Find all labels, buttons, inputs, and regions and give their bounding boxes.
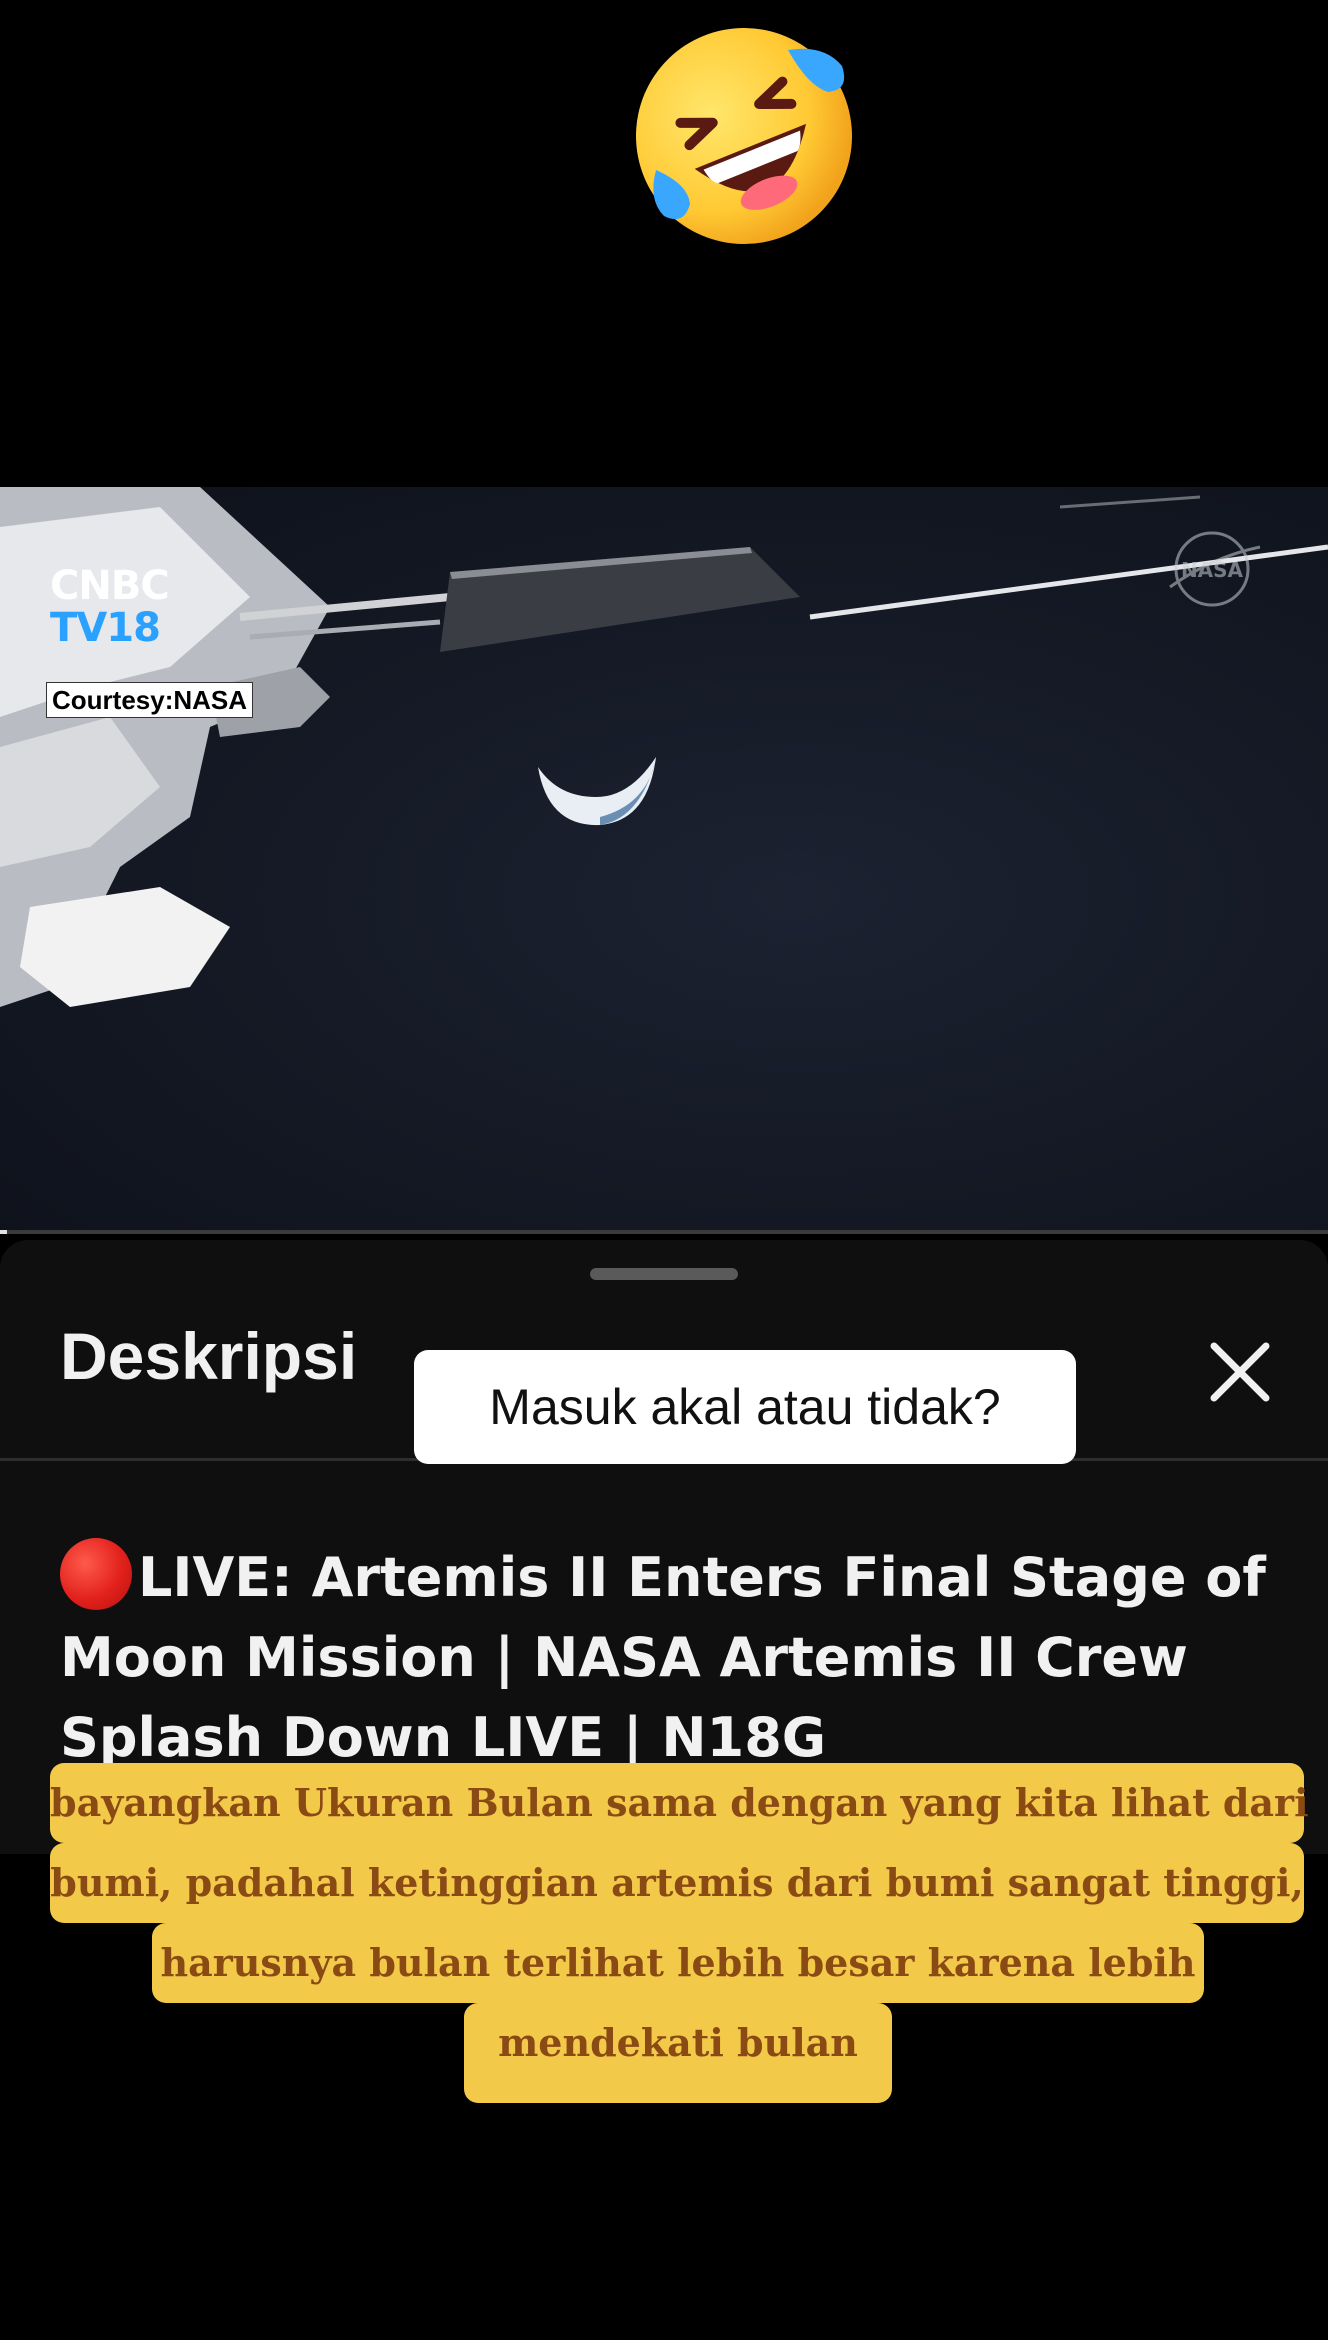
screen: NASA CNBC TV18 Courtesy:NASA Deskripsi L… (0, 0, 1328, 2340)
close-icon[interactable] (1200, 1332, 1280, 1412)
logo-line-1: CNBC (50, 563, 170, 609)
logo-line-2: TV18 (50, 605, 161, 651)
caption-line: bumi, padahal ketinggian artemis dari bu… (50, 1843, 1304, 1923)
caption-line: mendekati bulan (464, 2003, 892, 2103)
description-sheet: Deskripsi LIVE: Artemis II Enters Final … (0, 1240, 1328, 1854)
video-progress-bar[interactable] (0, 1230, 1328, 1234)
space-scene: NASA (0, 487, 1328, 1007)
question-sticker: Masuk akal atau tidak? (414, 1350, 1076, 1464)
red-circle-icon (60, 1538, 132, 1610)
video-title: LIVE: Artemis II Enters Final Stage of M… (60, 1538, 1280, 1778)
caption-line: bayangkan Ukuran Bulan sama dengan yang … (50, 1763, 1309, 1843)
video-title-text: LIVE: Artemis II Enters Final Stage of M… (60, 1546, 1266, 1769)
caption-line: harusnya bulan terlihat lebih besar kare… (152, 1923, 1204, 2003)
sheet-title: Deskripsi (60, 1319, 358, 1393)
cnbc-tv18-logo: CNBC TV18 (50, 565, 190, 649)
video-player[interactable]: NASA (0, 487, 1328, 1232)
courtesy-label: Courtesy:NASA (46, 682, 254, 718)
nasa-meatball-logo: NASA (1169, 531, 1261, 607)
video-progress-fill (0, 1230, 7, 1234)
rolling-on-the-floor-laughing-emoji (636, 27, 852, 244)
drag-handle[interactable] (590, 1268, 738, 1280)
